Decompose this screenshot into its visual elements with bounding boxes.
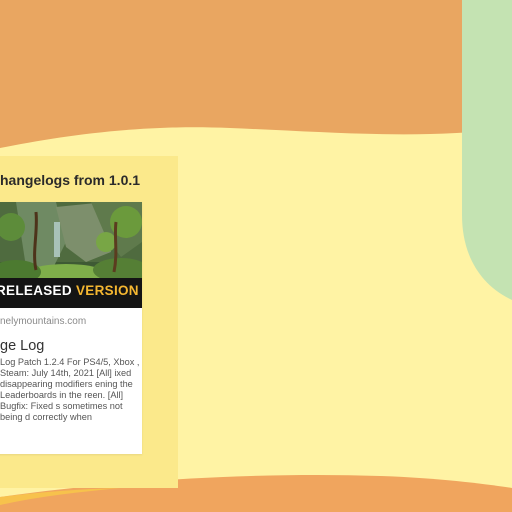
preview-title[interactable]: ge Log	[0, 338, 44, 354]
release-banner-text: RELEASED VERSION 1.2.4	[0, 283, 142, 298]
link-preview-card[interactable]: RELEASED VERSION 1.2.4 nelymountains.com…	[0, 202, 142, 454]
preview-description: Log Patch 1.2.4 For PS4/5, Xbox , Steam:…	[0, 357, 140, 422]
banner-version-text: VERSION 1.2.4	[75, 283, 142, 298]
section-heading: hangelogs from 1.0.1	[0, 172, 141, 188]
preview-domain: nelymountains.com	[0, 316, 87, 327]
green-side-panel	[462, 0, 512, 300]
top-orange-wave	[0, 0, 512, 148]
banner-released-text: RELEASED	[0, 283, 72, 298]
